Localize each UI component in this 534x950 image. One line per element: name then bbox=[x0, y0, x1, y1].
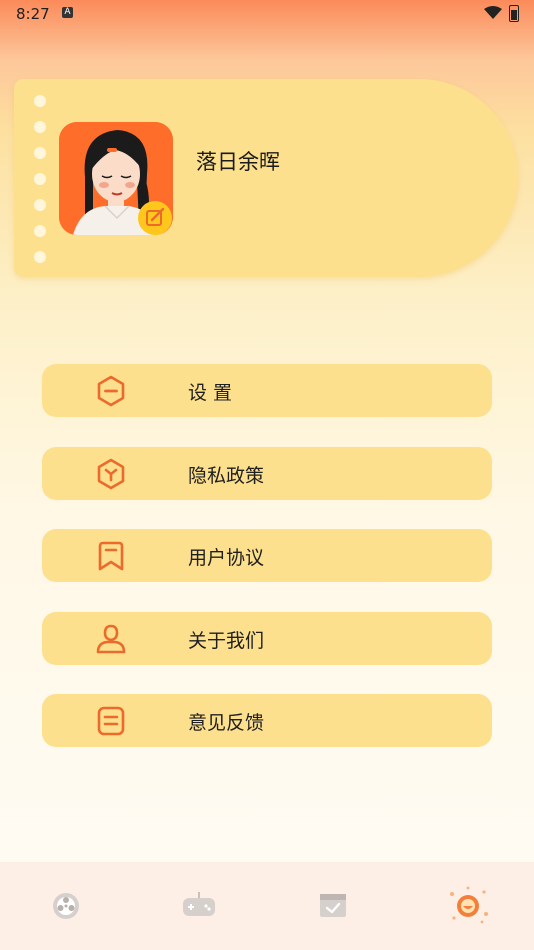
user-icon bbox=[96, 624, 126, 653]
edit-avatar-button[interactable] bbox=[138, 201, 172, 235]
settings-hexagon-icon bbox=[97, 375, 125, 407]
tab-profile[interactable] bbox=[446, 884, 488, 924]
menu-item-settings[interactable]: 设 置 bbox=[42, 364, 492, 417]
menu-item-label: 关于我们 bbox=[188, 629, 265, 652]
card-binding-holes bbox=[34, 95, 46, 277]
menu-item-label: 隐私政策 bbox=[188, 464, 265, 487]
status-bar: 8:27 A bbox=[0, 0, 534, 28]
menu-item-feedback[interactable]: 意见反馈 bbox=[42, 694, 492, 747]
film-reel-icon bbox=[53, 893, 79, 919]
tab-calendar[interactable] bbox=[313, 884, 353, 924]
tab-film[interactable] bbox=[46, 884, 86, 924]
menu-item-privacy-policy[interactable]: 隐私政策 bbox=[42, 446, 492, 500]
profile-sun-icon bbox=[450, 886, 488, 924]
edit-icon bbox=[146, 207, 165, 226]
profile-card: 落日余晖 bbox=[14, 79, 518, 277]
bookmark-icon bbox=[98, 541, 124, 571]
menu-item-user-agreement[interactable]: 用户协议 bbox=[42, 529, 492, 582]
tab-games[interactable] bbox=[179, 884, 219, 924]
menu-item-label: 设 置 bbox=[188, 382, 233, 404]
menu-item-label: 意见反馈 bbox=[188, 712, 265, 734]
menu-item-label: 用户协议 bbox=[188, 547, 265, 569]
wifi-icon bbox=[484, 6, 502, 19]
settings-menu: 设 置 隐私政策 用户协议 关于我们 意见反馈 bbox=[42, 364, 492, 777]
menu-item-about-us[interactable]: 关于我们 bbox=[42, 611, 492, 665]
privacy-icon bbox=[97, 458, 125, 489]
gamepad-icon bbox=[183, 892, 215, 916]
battery-icon bbox=[509, 5, 519, 22]
bottom-tab-bar bbox=[0, 862, 534, 950]
feedback-icon bbox=[97, 706, 125, 736]
username: 落日余晖 bbox=[196, 150, 280, 174]
notification-icon: A bbox=[62, 7, 73, 18]
status-time: 8:27 bbox=[16, 5, 50, 23]
calendar-check-icon bbox=[320, 894, 346, 917]
